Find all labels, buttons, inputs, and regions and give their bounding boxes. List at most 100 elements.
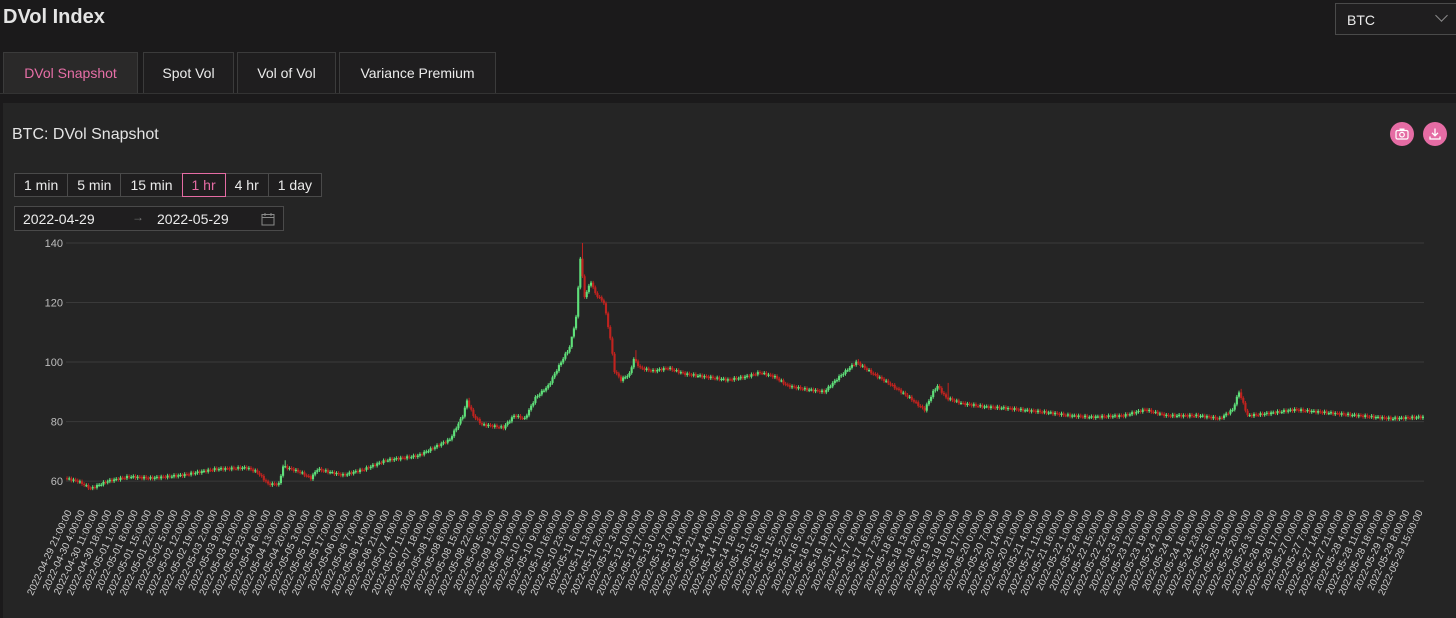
candle-body — [418, 454, 422, 456]
tab-variance-premium[interactable]: Variance Premium — [339, 52, 496, 93]
candle-body — [98, 484, 101, 486]
candle-body — [472, 409, 475, 416]
candle-body — [1282, 410, 1285, 412]
candle-body — [651, 369, 655, 372]
candle-body — [1246, 410, 1249, 416]
candle-body — [959, 402, 963, 405]
candle-body — [1201, 415, 1204, 417]
candle-body — [838, 376, 841, 381]
candle-body — [594, 287, 597, 294]
candle-body — [1039, 410, 1042, 413]
candle-body — [68, 478, 71, 480]
candle-body — [1066, 414, 1069, 416]
candle-body — [737, 378, 740, 380]
candle-body — [1321, 412, 1324, 414]
candle-body — [123, 478, 126, 480]
tab-dvol-snapshot[interactable]: DVol Snapshot — [3, 52, 138, 93]
candle-body — [1353, 414, 1356, 416]
candle-body — [299, 471, 302, 473]
candle-body — [1094, 416, 1097, 419]
candle-body — [425, 451, 428, 453]
candle-body — [476, 418, 479, 420]
candle-body — [797, 387, 800, 389]
candle-body — [1156, 411, 1159, 415]
candle-body — [395, 458, 398, 460]
candle-body — [1406, 417, 1410, 419]
candle-body — [587, 285, 590, 292]
candle-body — [1062, 413, 1065, 416]
candle-body — [818, 390, 821, 393]
candle-body — [1278, 411, 1281, 413]
candle-body — [1150, 409, 1153, 413]
candle-body — [786, 384, 789, 386]
candle-body — [795, 386, 798, 389]
interval-1-hr[interactable]: 1 hr — [181, 173, 226, 197]
candle-body — [1034, 410, 1037, 413]
candle-body — [880, 377, 883, 379]
candle-body — [256, 470, 259, 473]
candle-body — [485, 424, 488, 427]
candle-body — [692, 374, 695, 376]
candle-body — [654, 369, 657, 372]
candle-body — [1103, 415, 1106, 417]
candle-body — [600, 297, 603, 301]
candle-body — [583, 276, 586, 298]
candle-body — [1417, 416, 1420, 418]
tab-vol-of-vol[interactable]: Vol of Vol — [237, 52, 336, 93]
tab-spot-vol[interactable]: Spot Vol — [143, 52, 234, 93]
candle-body — [624, 377, 627, 379]
candle-body — [138, 476, 141, 478]
candle-body — [1299, 409, 1303, 411]
candle-body — [406, 456, 409, 459]
candle-body — [72, 479, 75, 481]
candle-body — [874, 373, 877, 376]
asset-select[interactable]: BTC — [1335, 3, 1456, 35]
candle-body — [639, 366, 642, 368]
candle-body — [1193, 415, 1196, 418]
candle-body — [728, 379, 732, 381]
candle-body — [264, 480, 268, 482]
candle-body — [1259, 413, 1262, 416]
candle-body — [1184, 415, 1187, 417]
candle-body — [622, 377, 625, 381]
candle-body — [852, 364, 856, 367]
candle-body — [267, 481, 270, 484]
candle-body — [634, 359, 638, 362]
candle-body — [341, 474, 345, 476]
candle-body — [754, 374, 757, 376]
candle-body — [981, 405, 984, 408]
candle-body — [1096, 416, 1099, 418]
candle-body — [1419, 416, 1422, 419]
candle-body — [628, 372, 631, 377]
candle-body — [951, 398, 954, 401]
candle-body — [861, 365, 864, 367]
candle-body — [408, 456, 411, 458]
candle-body — [1276, 411, 1279, 414]
candle-body — [277, 483, 280, 485]
candle-body — [151, 477, 154, 479]
candle-body — [243, 467, 246, 469]
candle-body — [823, 390, 826, 393]
candle-body — [957, 400, 960, 404]
candle-body — [80, 481, 84, 484]
candle-body — [538, 394, 541, 397]
candle-body — [1329, 412, 1333, 414]
candle-body — [713, 378, 717, 380]
candle-body — [497, 427, 501, 429]
candle-body — [784, 383, 787, 385]
candle-body — [1248, 414, 1251, 417]
candle-body — [504, 424, 507, 429]
candle-body — [688, 373, 691, 375]
candle-body — [752, 374, 755, 376]
candle-body — [865, 368, 868, 371]
candle-body — [763, 372, 766, 375]
candle-body — [709, 376, 712, 379]
candle-body — [863, 365, 866, 369]
candle-body — [1210, 416, 1213, 419]
candle-body — [801, 388, 804, 390]
candle-body — [74, 479, 77, 481]
candle-body — [1216, 418, 1219, 420]
candle-body — [213, 468, 216, 471]
candle-body — [859, 363, 862, 367]
candle-body — [305, 475, 308, 477]
